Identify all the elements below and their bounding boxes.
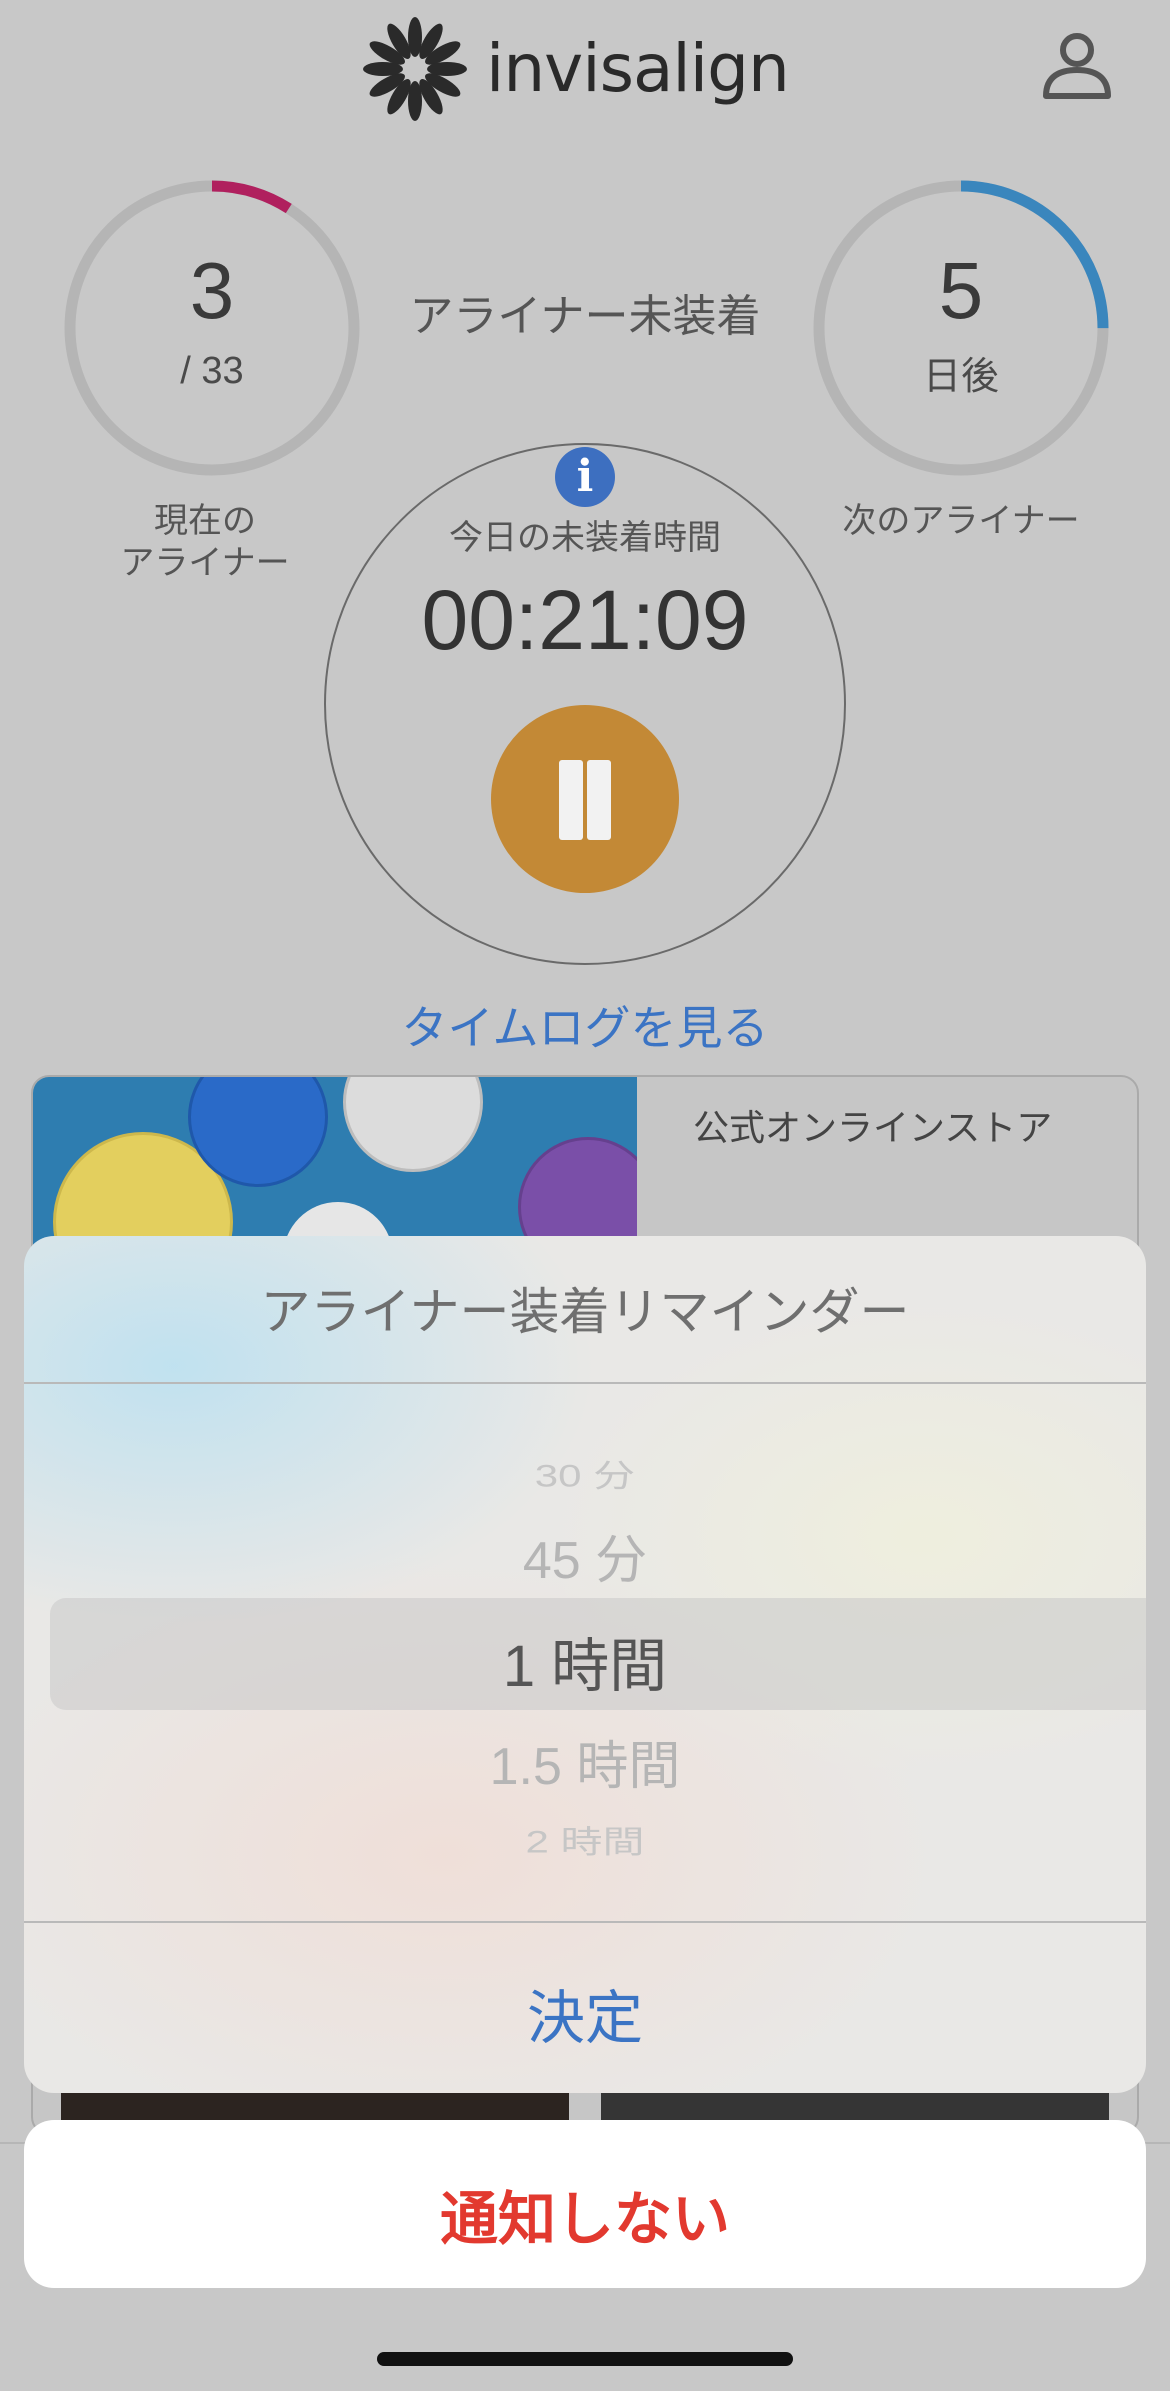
reminder-sheet: アライナー装着リマインダー 30 分 45 分 1 時間 1.5 時間 2 時間 決定 xyxy=(24,1236,1146,2093)
no-notify-label: 通知しない xyxy=(439,2185,730,2253)
timelog-link[interactable]: タイムログを見る xyxy=(0,992,1170,1058)
confirm-label: 決定 xyxy=(526,1984,643,2052)
divider xyxy=(24,1382,1146,1384)
home-indicator xyxy=(377,2352,793,2366)
pause-button[interactable] xyxy=(491,705,679,893)
store-title: 公式オンラインストア xyxy=(693,1108,1053,1149)
next-aligner-unit: 日後 xyxy=(922,356,999,398)
pause-icon-bar xyxy=(587,760,611,840)
current-aligner-caption: 現在の アライナー xyxy=(120,501,290,583)
pause-icon xyxy=(559,760,583,840)
picker-option[interactable]: 2 時間 xyxy=(24,1816,1146,1862)
next-aligner-caption: 次のアライナー xyxy=(842,501,1080,541)
confirm-button[interactable]: 決定 xyxy=(24,1923,1146,2093)
sheet-title: アライナー装着リマインダー xyxy=(260,1283,910,1341)
invisalign-logo: invisalign xyxy=(360,14,800,124)
timer-label: 今日の未装着時間 xyxy=(449,518,721,558)
next-aligner-days: 5 xyxy=(938,246,984,335)
picker-option[interactable]: 1 時間 xyxy=(24,1619,1146,1703)
flower-icon xyxy=(363,17,467,121)
brand-name: invisalign xyxy=(486,30,790,107)
picker-option[interactable]: 1.5 時間 xyxy=(24,1724,1146,1799)
picker-option[interactable]: 45 分 xyxy=(24,1518,1146,1593)
no-notify-button[interactable]: 通知しない xyxy=(24,2120,1146,2288)
picker-option[interactable]: 30 分 xyxy=(24,1450,1146,1496)
current-aligner-total: / 33 xyxy=(180,350,244,392)
info-icon[interactable]: i xyxy=(555,447,615,507)
timer-value: 00:21:09 xyxy=(421,573,749,667)
user-icon[interactable] xyxy=(1040,28,1114,102)
